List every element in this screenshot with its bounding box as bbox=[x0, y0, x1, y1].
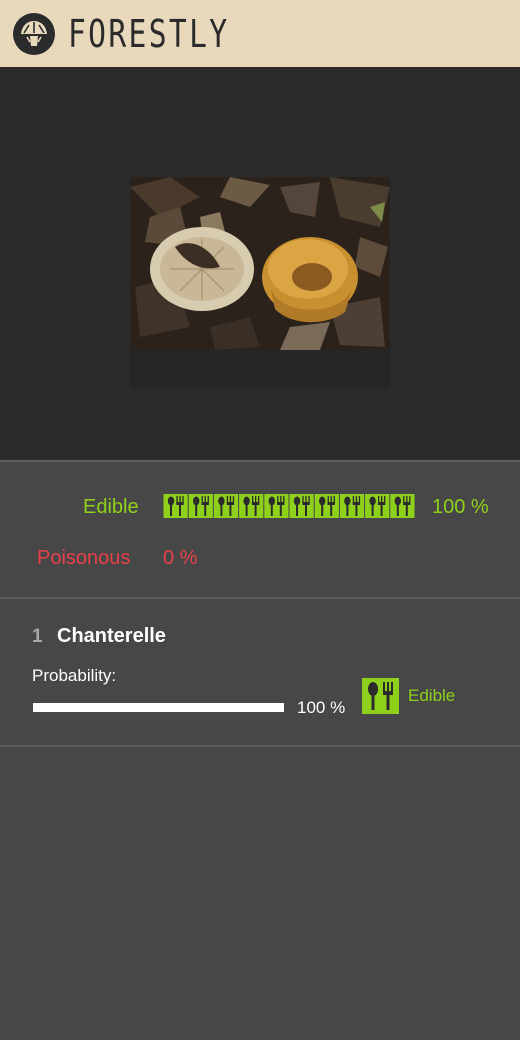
photo-shadow bbox=[130, 350, 390, 388]
mushroom-photo-image bbox=[130, 177, 390, 350]
probability-bar-fill bbox=[33, 703, 284, 712]
probability-bar bbox=[33, 703, 284, 712]
edible-label: Edible bbox=[83, 496, 139, 518]
probability-label: Probability: bbox=[32, 666, 117, 685]
fork-spoon-icon bbox=[362, 678, 399, 714]
edible-meter-tile bbox=[213, 494, 239, 518]
edible-meter bbox=[163, 494, 415, 518]
photo-area bbox=[0, 67, 520, 460]
result-edibility: Edible bbox=[408, 686, 456, 705]
edible-meter-tile bbox=[239, 494, 264, 518]
poisonous-label: Poisonous bbox=[37, 547, 131, 569]
app-title: FORESTLY bbox=[68, 12, 230, 56]
species-name: Chanterelle bbox=[57, 625, 166, 647]
edible-meter-tile bbox=[289, 494, 314, 518]
edible-meter-tile bbox=[339, 494, 365, 518]
edibility-summary: Edible 100 % Poisonous 0 % bbox=[0, 460, 520, 599]
edible-meter-tile bbox=[163, 494, 188, 518]
result-rank: 1 bbox=[32, 626, 43, 647]
edible-meter-tile bbox=[365, 494, 390, 518]
edible-meter-tile bbox=[390, 494, 415, 518]
probability-percent: 100 % bbox=[297, 698, 346, 717]
app-header: FORESTLY bbox=[0, 0, 520, 67]
edible-meter-tile bbox=[264, 494, 289, 518]
edible-percent: 100 % bbox=[432, 496, 489, 518]
mushroom-logo-icon bbox=[13, 13, 55, 55]
result-item[interactable]: 1 Chanterelle Probability: 100 % Edible bbox=[0, 599, 520, 747]
edible-meter-tile bbox=[314, 494, 339, 518]
mushroom-photo[interactable] bbox=[130, 177, 390, 350]
app-root: FORESTLY Edible 100 % Poisonous 0 % 1 Ch… bbox=[0, 0, 520, 1040]
edible-meter-tile bbox=[188, 494, 213, 518]
poisonous-percent: 0 % bbox=[163, 547, 198, 569]
